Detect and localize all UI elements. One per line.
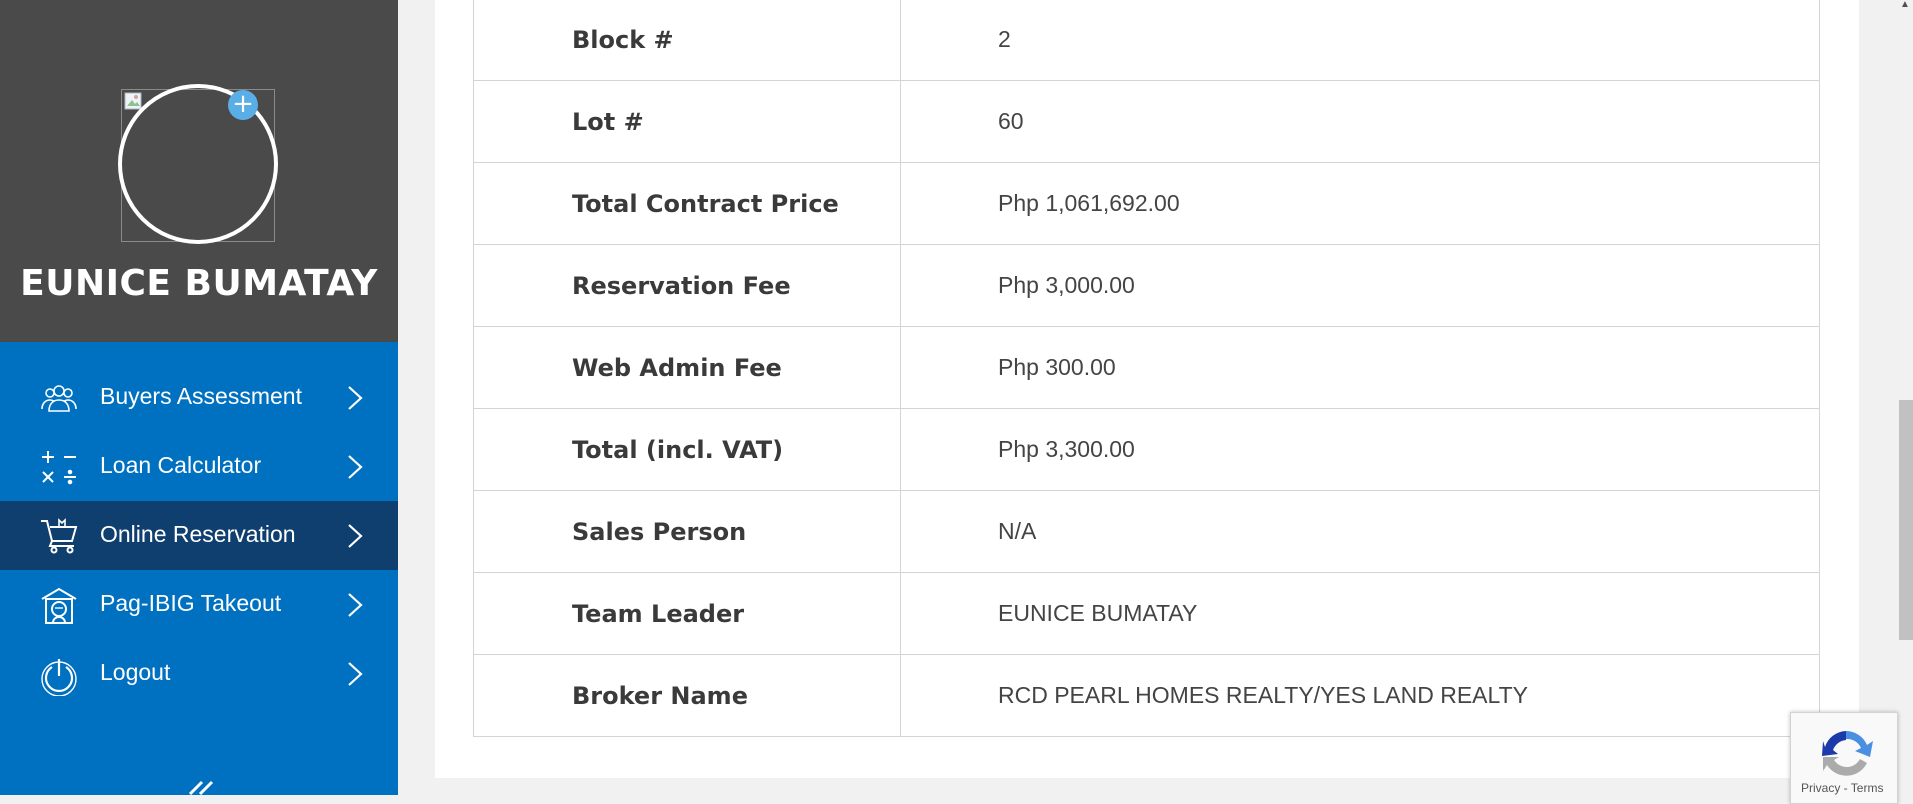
table-row: Team Leader EUNICE BUMATAY: [473, 572, 1820, 655]
chevron-right-icon: [345, 454, 365, 480]
row-label: Total Contract Price: [473, 162, 901, 245]
sidebar-item-logout[interactable]: Logout: [0, 639, 398, 708]
row-value: N/A: [900, 490, 1820, 573]
sidebar-item-label: Buyers Assessment: [100, 383, 302, 409]
table-row: Reservation Fee Php 3,000.00: [473, 244, 1820, 327]
chevron-right-icon: [345, 385, 365, 411]
row-label: Broker Name: [473, 654, 901, 737]
page-scrollbar[interactable]: ▲: [1896, 0, 1913, 795]
reservation-details-table: Block # 2 Lot # 60 Total Contract Price …: [473, 0, 1820, 737]
sidebar-item-label: Loan Calculator: [100, 452, 262, 478]
profile-panel: + EUNICE BUMATAY: [0, 0, 398, 342]
sidebar-item-pagibig-takeout[interactable]: Pag-IBIG Takeout: [0, 570, 398, 639]
collapse-icon[interactable]: [186, 778, 220, 798]
row-label: Reservation Fee: [473, 244, 901, 327]
cart-icon: [40, 518, 78, 554]
profile-name: EUNICE BUMATAY: [20, 263, 378, 304]
row-label: Sales Person: [473, 490, 901, 573]
sidebar: + EUNICE BUMATAY Buyers Assessment Loan …: [0, 0, 398, 798]
sidebar-menu: Buyers Assessment Loan Calculator Online…: [0, 363, 398, 708]
row-value: Php 300.00: [900, 326, 1820, 409]
row-value: 2: [900, 0, 1820, 81]
calculator-icon: [40, 449, 78, 485]
recaptcha-links: Privacy - Terms: [1801, 781, 1883, 795]
table-row: Web Admin Fee Php 300.00: [473, 326, 1820, 409]
table-row: Broker Name RCD PEARL HOMES REALTY/YES L…: [473, 654, 1820, 737]
row-value: Php 1,061,692.00: [900, 162, 1820, 245]
row-value: Php 3,000.00: [900, 244, 1820, 327]
users-icon: [40, 380, 78, 416]
row-value: 60: [900, 80, 1820, 163]
terms-link[interactable]: Terms: [1851, 781, 1884, 795]
chevron-right-icon: [345, 523, 365, 549]
sidebar-item-label: Pag-IBIG Takeout: [100, 590, 282, 616]
row-label: Team Leader: [473, 572, 901, 655]
recaptcha-icon: [1817, 725, 1875, 783]
table-row: Total Contract Price Php 1,061,692.00: [473, 162, 1820, 245]
privacy-link[interactable]: Privacy: [1801, 781, 1840, 795]
chevron-right-icon: [345, 661, 365, 687]
sidebar-item-buyers-assessment[interactable]: Buyers Assessment: [0, 363, 398, 432]
pagibig-house-icon: [40, 587, 78, 624]
table-row: Sales Person N/A: [473, 490, 1820, 573]
row-label: Web Admin Fee: [473, 326, 901, 409]
chevron-right-icon: [345, 592, 365, 618]
scroll-thumb[interactable]: [1899, 400, 1913, 640]
sidebar-item-label: Online Reservation: [100, 521, 296, 547]
row-value: Php 3,300.00: [900, 408, 1820, 491]
row-label: Lot #: [473, 80, 901, 163]
scroll-up-icon[interactable]: ▲: [1898, 0, 1912, 10]
table-row: Lot # 60: [473, 80, 1820, 163]
power-icon: [40, 656, 78, 697]
link-separator: -: [1840, 781, 1851, 795]
table-row: Total (incl. VAT) Php 3,300.00: [473, 408, 1820, 491]
sidebar-item-online-reservation[interactable]: Online Reservation: [0, 501, 398, 570]
row-value: RCD PEARL HOMES REALTY/YES LAND REALTY: [900, 654, 1820, 737]
table-row: Block # 2: [473, 0, 1820, 81]
row-label: Total (incl. VAT): [473, 408, 901, 491]
sidebar-item-label: Logout: [100, 659, 171, 685]
add-photo-button[interactable]: +: [228, 90, 258, 120]
recaptcha-badge[interactable]: Privacy - Terms: [1790, 712, 1898, 804]
row-value: EUNICE BUMATAY: [900, 572, 1820, 655]
row-label: Block #: [473, 0, 901, 81]
sidebar-item-loan-calculator[interactable]: Loan Calculator: [0, 432, 398, 501]
